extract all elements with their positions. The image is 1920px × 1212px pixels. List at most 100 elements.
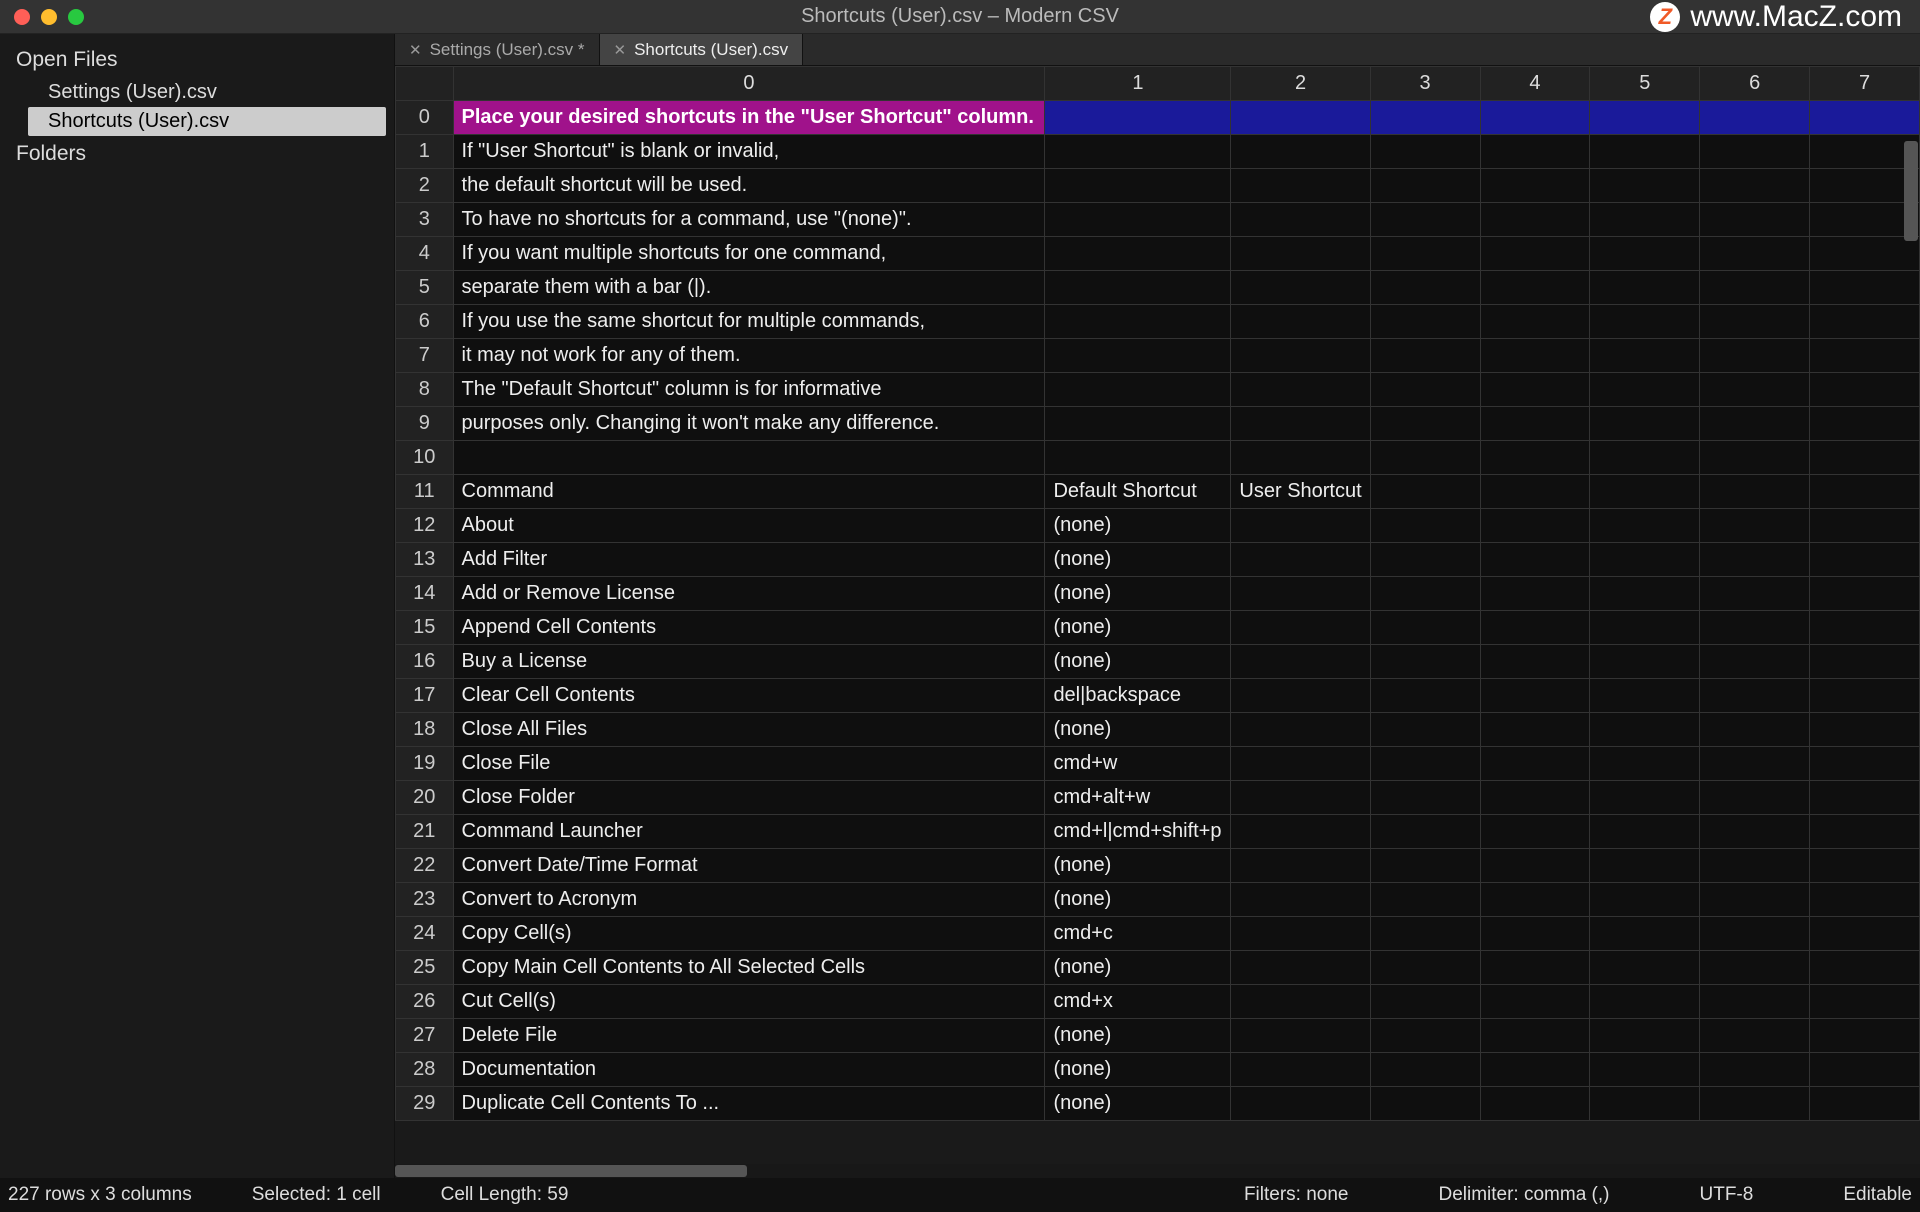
grid-cell[interactable]	[1480, 169, 1590, 203]
row-header[interactable]: 12	[396, 509, 454, 543]
grid-cell[interactable]: Delete File	[453, 1019, 1045, 1053]
row-header[interactable]: 17	[396, 679, 454, 713]
grid-cell[interactable]	[1700, 475, 1810, 509]
grid-cell[interactable]	[1231, 305, 1370, 339]
grid-cell[interactable]	[1590, 305, 1700, 339]
horizontal-scrollbar-thumb[interactable]	[395, 1165, 747, 1177]
grid-cell[interactable]	[1810, 713, 1920, 747]
grid-cell[interactable]	[1590, 849, 1700, 883]
grid-cell[interactable]	[1590, 577, 1700, 611]
grid-cell[interactable]	[1045, 271, 1231, 305]
grid-cell[interactable]	[1480, 1019, 1590, 1053]
grid-cell[interactable]: purposes only. Changing it won't make an…	[453, 407, 1045, 441]
grid-cell[interactable]	[1480, 203, 1590, 237]
grid-cell[interactable]	[1590, 135, 1700, 169]
grid-cell[interactable]	[1700, 883, 1810, 917]
row-header[interactable]: 27	[396, 1019, 454, 1053]
row-header[interactable]: 0	[396, 101, 454, 135]
grid-cell[interactable]	[1480, 781, 1590, 815]
row-header[interactable]: 10	[396, 441, 454, 475]
column-header[interactable]: 6	[1700, 67, 1810, 101]
grid-cell[interactable]	[1480, 747, 1590, 781]
grid-cell[interactable]	[1700, 203, 1810, 237]
grid-cell[interactable]	[1590, 611, 1700, 645]
grid-cell[interactable]	[1370, 577, 1480, 611]
minimize-window-button[interactable]	[41, 9, 57, 25]
grid-cell[interactable]	[1370, 135, 1480, 169]
grid-cell[interactable]	[1480, 101, 1590, 135]
grid-cell[interactable]: cmd+l|cmd+shift+p	[1045, 815, 1231, 849]
grid-cell[interactable]	[1480, 645, 1590, 679]
row-header[interactable]: 16	[396, 645, 454, 679]
grid-cell[interactable]	[1480, 917, 1590, 951]
grid-cell[interactable]: About	[453, 509, 1045, 543]
spreadsheet-grid[interactable]: 01234567 0Place your desired shortcuts i…	[395, 66, 1920, 1121]
grid-cell[interactable]	[1231, 101, 1370, 135]
grid-cell[interactable]	[1370, 509, 1480, 543]
grid-cell[interactable]	[1231, 917, 1370, 951]
grid-cell[interactable]	[1370, 1019, 1480, 1053]
grid-cell[interactable]	[1480, 475, 1590, 509]
grid-cell[interactable]	[1480, 679, 1590, 713]
grid-cell[interactable]	[1480, 611, 1590, 645]
grid-cell[interactable]	[1480, 543, 1590, 577]
row-header[interactable]: 5	[396, 271, 454, 305]
grid-cell[interactable]	[1810, 679, 1920, 713]
file-tab[interactable]: ✕Shortcuts (User).csv	[600, 34, 804, 65]
grid-cell[interactable]	[1700, 101, 1810, 135]
grid-cell[interactable]	[1700, 917, 1810, 951]
row-header[interactable]: 25	[396, 951, 454, 985]
grid-cell[interactable]: Add or Remove License	[453, 577, 1045, 611]
vertical-scrollbar-thumb[interactable]	[1904, 141, 1918, 241]
grid-cell[interactable]	[1231, 679, 1370, 713]
row-header[interactable]: 22	[396, 849, 454, 883]
grid-cell[interactable]	[1810, 271, 1920, 305]
grid-cell[interactable]	[1231, 849, 1370, 883]
grid-cell[interactable]	[1700, 305, 1810, 339]
grid-cell[interactable]	[1480, 883, 1590, 917]
grid-cell[interactable]: If "User Shortcut" is blank or invalid,	[453, 135, 1045, 169]
grid-cell[interactable]	[1810, 883, 1920, 917]
row-header[interactable]: 2	[396, 169, 454, 203]
row-header[interactable]: 4	[396, 237, 454, 271]
row-header[interactable]: 29	[396, 1087, 454, 1121]
grid-cell[interactable]: (none)	[1045, 951, 1231, 985]
grid-cell[interactable]	[1700, 645, 1810, 679]
grid-cell[interactable]	[1370, 679, 1480, 713]
grid-cell[interactable]	[1370, 475, 1480, 509]
grid-cell[interactable]	[1045, 135, 1231, 169]
grid-cell[interactable]	[1700, 135, 1810, 169]
grid-cell[interactable]	[1045, 169, 1231, 203]
grid-cell[interactable]	[1810, 951, 1920, 985]
grid-cell[interactable]	[1810, 339, 1920, 373]
grid-cell[interactable]: (none)	[1045, 645, 1231, 679]
row-header[interactable]: 6	[396, 305, 454, 339]
column-header[interactable]: 5	[1590, 67, 1700, 101]
grid-cell[interactable]: (none)	[1045, 849, 1231, 883]
grid-cell[interactable]	[1370, 441, 1480, 475]
grid-cell[interactable]: Convert to Acronym	[453, 883, 1045, 917]
grid-cell[interactable]	[1700, 441, 1810, 475]
grid-cell[interactable]	[1700, 815, 1810, 849]
grid-cell[interactable]	[1370, 1053, 1480, 1087]
grid-cell[interactable]: Close All Files	[453, 713, 1045, 747]
grid-cell[interactable]	[1590, 917, 1700, 951]
grid-cell[interactable]	[453, 441, 1045, 475]
grid-cell[interactable]	[1231, 1087, 1370, 1121]
column-header[interactable]: 1	[1045, 67, 1231, 101]
grid-cell[interactable]: cmd+w	[1045, 747, 1231, 781]
grid-cell[interactable]: (none)	[1045, 611, 1231, 645]
grid-cell[interactable]	[1045, 237, 1231, 271]
row-header[interactable]: 1	[396, 135, 454, 169]
grid-cell[interactable]	[1480, 441, 1590, 475]
sidebar-file-item[interactable]: Settings (User).csv	[0, 78, 394, 107]
grid-cell[interactable]: Clear Cell Contents	[453, 679, 1045, 713]
row-header[interactable]: 24	[396, 917, 454, 951]
column-header[interactable]: 4	[1480, 67, 1590, 101]
grid-cell[interactable]	[1700, 951, 1810, 985]
grid-cell[interactable]	[1810, 577, 1920, 611]
grid-cell[interactable]	[1700, 169, 1810, 203]
status-editable[interactable]: Editable	[1843, 1184, 1912, 1206]
grid-cell[interactable]	[1810, 101, 1920, 135]
grid-cell[interactable]	[1700, 611, 1810, 645]
